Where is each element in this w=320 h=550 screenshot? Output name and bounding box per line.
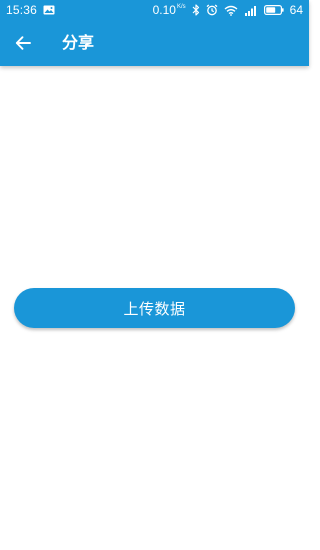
- status-time: 15:36: [6, 3, 38, 17]
- image-icon: [43, 5, 55, 15]
- upload-data-button[interactable]: 上传数据: [14, 288, 295, 328]
- bluetooth-icon: [192, 4, 200, 16]
- page-title: 分享: [62, 33, 95, 52]
- network-speed-value: 0.10: [152, 3, 176, 17]
- battery-icon: [263, 5, 284, 15]
- signal-icon: [244, 5, 258, 16]
- network-speed: 0.10 K/s: [153, 0, 186, 20]
- network-speed-unit: K/s: [176, 4, 186, 10]
- status-left: 15:36: [6, 0, 55, 20]
- status-bar: 15:36 0.10 K/s 64: [0, 0, 309, 20]
- status-right: 0.10 K/s 64: [153, 0, 303, 20]
- share-screen: 15:36 0.10 K/s 64 分享 上传数据: [0, 0, 309, 550]
- back-button[interactable]: [8, 28, 38, 58]
- arrow-left-icon: [15, 35, 31, 51]
- wifi-icon: [224, 5, 238, 16]
- alarm-icon: [206, 4, 218, 16]
- app-bar: 15:36 0.10 K/s 64 分享: [0, 0, 309, 66]
- battery-level: 64: [289, 3, 303, 17]
- toolbar: 分享: [0, 20, 309, 66]
